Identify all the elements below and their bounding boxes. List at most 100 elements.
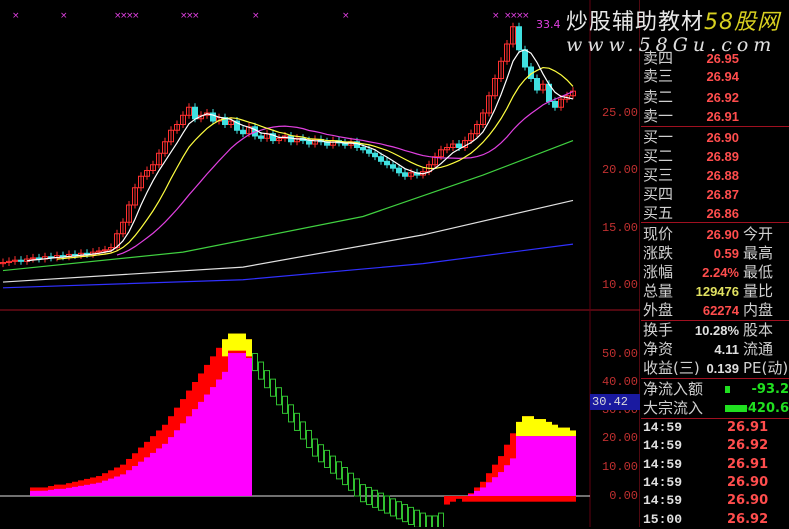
indicator-bar [204, 394, 210, 496]
indicator-hollow-bar [402, 504, 408, 523]
quote-value: 10.28% [694, 323, 739, 338]
indicator-bar [162, 443, 168, 496]
quote-label-right: PE(动) [743, 359, 789, 377]
tick-price: 26.90 [727, 493, 769, 509]
flow-value: -420.6 [742, 401, 789, 416]
indicator-bar [186, 416, 192, 496]
candle [516, 26, 522, 51]
indicator-hollow-bar [390, 498, 396, 517]
indicator-hollow-bar [252, 353, 258, 372]
candle [552, 101, 558, 108]
tick-time: 14:59 [643, 438, 683, 454]
indicator-bar [498, 472, 504, 496]
indicator-hollow-bar [264, 370, 270, 389]
indicator-cap [228, 333, 234, 351]
candle [384, 160, 390, 166]
sell-level: 卖三 26.94 [643, 67, 789, 86]
candle [522, 49, 528, 68]
indicator-bar [138, 461, 144, 496]
order-price: 26.90 [706, 130, 739, 145]
indicator-bar [126, 470, 132, 496]
indicator-cap [534, 419, 540, 437]
signal-marker: × [342, 11, 350, 21]
indicator-bar [132, 465, 138, 496]
quote-panel: 卖四 26.95 卖三 26.94 卖二 26.92 卖一 26.91 买一 26.90 买二 26.… [641, 0, 789, 527]
quote-label-right: 流通 [743, 340, 774, 358]
candle [402, 172, 408, 177]
price-axis-label: 10.00 [601, 278, 638, 292]
order-label: 卖二 [643, 88, 674, 106]
tick-time: 15:00 [643, 511, 683, 527]
indicator-cap [558, 427, 564, 437]
quote-label-right: 今开 [743, 225, 774, 243]
signal-marker: × [192, 11, 200, 21]
quote-row: 总量 129476 量比 [643, 282, 789, 301]
quote-label-right: 量比 [743, 282, 774, 300]
order-price: 26.89 [706, 149, 739, 164]
indicator-bar [168, 437, 174, 496]
indicator-bar [534, 436, 540, 496]
indicator-cap [528, 416, 534, 437]
indicator-hollow-bar [318, 444, 324, 463]
indicator-bar [30, 490, 36, 496]
indicator-bar [198, 401, 204, 496]
indicator-bar [444, 496, 450, 505]
tick-time: 14:59 [643, 456, 683, 472]
indicator-hollow-bar [300, 421, 306, 440]
quote-label: 净资 [643, 340, 674, 358]
tick-row: 14:59 26.90 [643, 491, 789, 510]
watermark-title: 炒股辅助教材58股网 [566, 10, 781, 35]
tick-row: 14:59 26.92 [643, 436, 789, 455]
ma10-line [56, 66, 574, 260]
indicator-bar [78, 485, 84, 496]
indicator-axis-label: 0.00 [609, 489, 638, 503]
quote-value: 26.90 [706, 227, 739, 242]
sell-level: 卖一 26.91 [643, 107, 789, 126]
indicator-bar [456, 496, 462, 499]
tick-price: 26.92 [727, 438, 769, 454]
tick-row: 14:59 26.90 [643, 473, 789, 492]
signal-marker: × [252, 11, 260, 21]
quote-label: 涨幅 [643, 263, 674, 281]
indicator-bar [246, 358, 252, 496]
indicator-hollow-bar [258, 361, 264, 380]
indicator-hollow-bar [438, 512, 444, 527]
order-price: 26.92 [706, 90, 739, 105]
cursor-value-label: 30.42 [590, 394, 640, 410]
indicator-bar [72, 486, 78, 496]
tick-time: 14:59 [643, 493, 683, 509]
indicator-bar [180, 423, 186, 496]
tick-price: 26.92 [727, 511, 769, 527]
kline-chart[interactable]: × × ×××× ××× × × × ××××33.4 [0, 0, 640, 527]
tick-price: 26.90 [727, 474, 769, 490]
candle [390, 164, 396, 169]
indicator-hollow-bar [306, 429, 312, 449]
indicator-cap [522, 416, 528, 437]
indicator-hollow-bar [360, 484, 366, 503]
indicator-bar [474, 490, 480, 496]
indicator-hollow-bar [420, 512, 426, 527]
signal-marker: × [132, 11, 140, 21]
candle [18, 259, 24, 262]
indicator-bar [210, 387, 216, 496]
buy-level: 买二 26.89 [643, 147, 789, 166]
flow-label: 净流入额 [643, 380, 704, 398]
indicator-bar [450, 496, 456, 502]
signal-marker: × [60, 11, 68, 21]
indicator-bar [42, 490, 48, 496]
indicator-hollow-bar [270, 378, 276, 397]
buy-level: 买五 26.86 [643, 204, 789, 223]
order-label: 卖三 [643, 67, 674, 85]
indicator-bar [48, 489, 54, 496]
tick-price: 26.91 [727, 420, 769, 435]
buy-level: 买一 26.90 [643, 128, 789, 147]
indicator-hollow-bar [384, 495, 390, 514]
candle [366, 149, 372, 154]
indicator-bar [192, 409, 198, 496]
indicator-bar [468, 494, 474, 496]
indicator-hollow-bar [276, 387, 282, 406]
divider [641, 320, 789, 321]
buy-level: 买四 26.87 [643, 185, 789, 204]
candle [360, 147, 366, 151]
indicator-bar [36, 490, 42, 496]
